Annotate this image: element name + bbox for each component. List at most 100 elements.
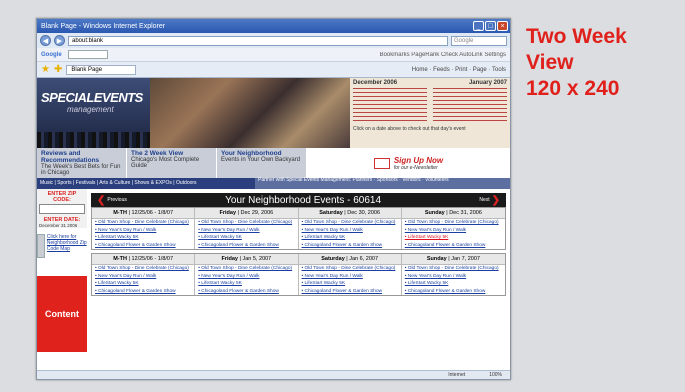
google-tools[interactable]: Bookmarks PageRank Check AutoLink Settin…: [114, 52, 506, 58]
calendar-month-dec: December 2006: [353, 80, 398, 86]
day-date: 12/25/06 - 1/8/07: [131, 256, 174, 262]
partner-banner[interactable]: Partner with Special Events Management: …: [255, 177, 510, 189]
events-panel: ❮ Previous Your Neighborhood Events - 60…: [87, 189, 510, 352]
site-header: SPECIALEVENTS management December 2006 J…: [37, 78, 510, 148]
nav-two-week-title: The 2 Week View: [131, 150, 184, 157]
tab-blank-page[interactable]: Blank Page: [66, 64, 137, 75]
zip-input[interactable]: [39, 204, 85, 214]
event-link[interactable]: • New Year's Day Run / Walk: [299, 273, 401, 281]
back-icon[interactable]: ◀: [40, 35, 51, 46]
day-column: Saturday | Jan 6, 2007 • Old Town Shop - …: [298, 254, 402, 296]
day-date: Jan 6, 2007: [349, 256, 379, 262]
event-link[interactable]: • LifeStart Wacky 5K: [299, 234, 401, 242]
event-link[interactable]: • New Year's Day Run / Walk: [195, 227, 297, 235]
events-week-2: M-TH | 12/25/06 - 1/8/07 • Old Town Shop …: [91, 253, 506, 296]
event-link[interactable]: • LifeStart Wacky 5K: [195, 280, 297, 288]
nav-neighborhood[interactable]: Your Neighborhood Events in Your Own Bac…: [217, 148, 307, 178]
event-link[interactable]: • LifeStart Wacky 5K: [92, 280, 194, 288]
event-link[interactable]: • Chicagoland Flower & Garden Show: [92, 242, 194, 250]
previous-button[interactable]: ❮ Previous: [97, 195, 127, 206]
forward-icon[interactable]: ▶: [54, 35, 65, 46]
event-link[interactable]: • New Year's Day Run / Walk: [402, 273, 505, 281]
event-link[interactable]: • Old Town Shop - Dine Celebrate (Chicag…: [195, 219, 297, 227]
day-column: M-TH | 12/25/06 - 1/8/07 • Old Town Shop …: [92, 208, 196, 250]
event-link[interactable]: • Old Town Shop - Dine Celebrate (Chicag…: [92, 219, 194, 227]
event-link[interactable]: • Chicagoland Flower & Garden Show: [195, 288, 297, 296]
browser-window: Blank Page - Windows Internet Explorer _…: [36, 18, 511, 380]
signup-title: Sign Up Now: [393, 155, 444, 165]
window-title: Blank Page - Windows Internet Explorer: [41, 22, 166, 30]
event-link[interactable]: • Chicagoland Flower & Garden Show: [402, 242, 505, 250]
minimize-icon[interactable]: _: [473, 21, 484, 31]
events-week-1: M-TH | 12/25/06 - 1/8/07 • Old Town Shop …: [91, 207, 506, 250]
nav-reviews[interactable]: Reviews and Recommendations The Week's B…: [37, 148, 127, 178]
event-link[interactable]: • Old Town Shop - Dine Celebrate (Chicag…: [92, 265, 194, 273]
event-link[interactable]: • New Year's Day Run / Walk: [402, 227, 505, 235]
day-name: M-TH: [113, 256, 127, 262]
status-bar: Internet 100%: [37, 370, 510, 379]
day-name: M-TH: [113, 210, 127, 216]
event-link[interactable]: • Old Town Shop - Dine Celebrate (Chicag…: [402, 219, 505, 227]
google-search-field[interactable]: [67, 50, 108, 59]
next-arrow-icon: ❯: [491, 194, 500, 206]
event-link[interactable]: • LifeStart Wacky 5K: [402, 280, 505, 288]
day-column: Friday | Jan 5, 2007 • Old Town Shop - Di…: [195, 254, 299, 296]
event-link[interactable]: • Old Town Shop - Dine Celebrate (Chicag…: [195, 265, 297, 273]
category-nav: Music | Sports | Festivals | Arts & Cult…: [37, 177, 510, 189]
day-name: Sunday: [424, 210, 445, 216]
event-link[interactable]: • Chicagoland Flower & Garden Show: [299, 242, 401, 250]
day-header: M-TH | 12/25/06 - 1/8/07: [92, 254, 195, 265]
nav-reviews-desc: The Week's Best Bets for Fun in Chicago: [41, 164, 121, 176]
day-column: M-TH | 12/25/06 - 1/8/07 • Old Town Shop …: [92, 254, 196, 296]
next-button[interactable]: Next ❯: [479, 195, 500, 206]
event-link[interactable]: • Chicagoland Flower & Garden Show: [92, 288, 194, 296]
previous-label: Previous: [107, 197, 127, 203]
logo-line2: management: [67, 105, 114, 114]
event-link[interactable]: • New Year's Day Run / Walk: [195, 273, 297, 281]
calendar-grid-jan[interactable]: [433, 88, 507, 124]
event-link[interactable]: • New Year's Day Run / Walk: [92, 227, 194, 235]
command-bar[interactable]: Home · Feeds · Print · Page · Tools: [140, 67, 506, 73]
event-link[interactable]: • Chicagoland Flower & Garden Show: [299, 288, 401, 296]
events-header: ❮ Previous Your Neighborhood Events - 60…: [91, 193, 506, 207]
caption-line2: View: [526, 51, 574, 74]
event-link[interactable]: • Chicagoland Flower & Garden Show: [402, 288, 505, 296]
day-date: Dec 29, 2006: [240, 210, 274, 216]
day-header: Saturday | Jan 6, 2007: [298, 254, 401, 265]
category-links[interactable]: Music | Sports | Festivals | Arts & Cult…: [37, 178, 255, 189]
nav-neighborhood-title: Your Neighborhood: [221, 150, 282, 157]
maximize-icon[interactable]: □: [485, 21, 496, 31]
event-link[interactable]: • Chicagoland Flower & Garden Show: [195, 242, 297, 250]
event-link[interactable]: • LifeStart Wacky 5K: [195, 234, 297, 242]
nav-two-week-view[interactable]: The 2 Week View Chicago's Most Complete …: [127, 148, 217, 178]
event-link[interactable]: • Old Town Shop - Dine Celebrate (Chicag…: [299, 265, 401, 273]
event-link[interactable]: • New Year's Day Run / Walk: [92, 273, 194, 281]
event-link[interactable]: • New Year's Day Run / Walk: [299, 227, 401, 235]
search-input[interactable]: Google: [451, 35, 507, 46]
sidebar: ENTER ZIP CODE: ENTER DATE: December 31 …: [37, 189, 87, 352]
caption: Two Week View 120 x 240: [526, 24, 627, 102]
address-input[interactable]: about:blank: [68, 35, 448, 46]
zip-map-link[interactable]: Click here for Neighborhood Zip Code Map: [37, 228, 87, 262]
zoom-level[interactable]: 100%: [489, 372, 502, 378]
event-link[interactable]: • LifeStart Wacky 5K: [299, 280, 401, 288]
day-date: Jan 5, 2007: [242, 256, 272, 262]
close-icon[interactable]: ×: [497, 21, 508, 31]
favorites-star-icon[interactable]: ★: [41, 64, 50, 75]
day-date: Jan 7, 2007: [451, 256, 480, 262]
add-favorites-icon[interactable]: ✚: [54, 64, 62, 75]
event-link[interactable]: • LifeStart Wacky 5K: [402, 234, 505, 242]
event-link[interactable]: • LifeStart Wacky 5K: [92, 234, 194, 242]
zip-label: ENTER ZIP CODE:: [47, 191, 77, 203]
event-link[interactable]: • Old Town Shop - Dine Celebrate (Chicag…: [299, 219, 401, 227]
newsletter-signup[interactable]: Sign Up Now for our e-Newsletter: [307, 148, 510, 178]
content-placeholder: Content: [37, 276, 87, 352]
day-header: Saturday | Dec 30, 2006: [298, 208, 401, 219]
day-date: Dec 31, 2006: [449, 210, 482, 216]
logo-line1: SPECIALEVENTS: [41, 90, 143, 105]
site-logo[interactable]: SPECIALEVENTS management: [37, 78, 150, 148]
calendar-grid-dec[interactable]: [353, 88, 427, 124]
day-header: M-TH | 12/25/06 - 1/8/07: [92, 208, 195, 219]
event-link[interactable]: • Old Town Shop - Dine Celebrate (Chicag…: [402, 265, 505, 273]
day-column: Saturday | Dec 30, 2006 • Old Town Shop -…: [298, 208, 402, 250]
